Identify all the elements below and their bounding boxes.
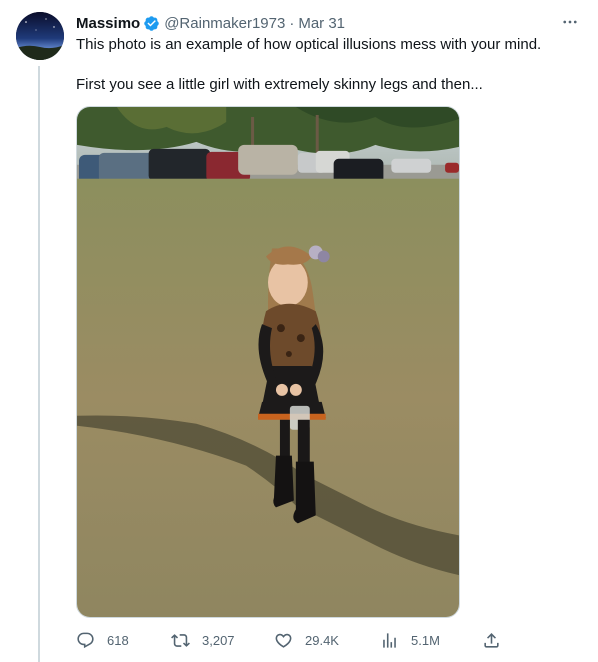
thread-line	[38, 66, 40, 662]
night-sky-avatar-icon	[16, 12, 64, 60]
views-count: 5.1M	[411, 632, 440, 648]
tweet-date[interactable]: Mar 31	[298, 15, 345, 32]
like-action[interactable]: 29.4K	[274, 628, 339, 652]
retweet-action[interactable]: 3,207	[171, 628, 235, 652]
more-options-icon[interactable]	[558, 12, 582, 32]
reply-action[interactable]: 618	[76, 628, 129, 652]
views-action[interactable]: 5.1M	[380, 628, 440, 652]
avatar[interactable]	[16, 12, 64, 60]
verified-badge-icon[interactable]	[143, 15, 160, 32]
share-icon	[484, 632, 499, 648]
retweet-icon	[171, 633, 190, 647]
tweet-photo[interactable]	[76, 106, 460, 618]
share-action[interactable]	[482, 628, 501, 652]
reply-count: 618	[107, 632, 129, 648]
tweet-actions: 618 3,207 29.4K 5.1M	[76, 628, 506, 652]
author-handle[interactable]: @Rainmaker1973	[164, 15, 285, 32]
tweet-text-line-1: This photo is an example of how optical …	[76, 36, 542, 53]
tweet-text: This photo is an example of how optical …	[76, 35, 582, 95]
separator-dot: ·	[289, 14, 295, 32]
tweet-header: Massimo @Rainmaker1973 · Mar 31	[76, 13, 582, 33]
tweet-text-line-2: First you see a little girl with extreme…	[76, 76, 483, 93]
reply-icon	[77, 632, 94, 648]
heart-icon	[275, 633, 292, 648]
retweet-count: 3,207	[202, 632, 235, 648]
photo-girl-standing-on-grass-icon	[77, 107, 459, 617]
like-count: 29.4K	[305, 632, 339, 648]
author-name[interactable]: Massimo	[76, 15, 140, 32]
views-chart-icon	[383, 632, 396, 648]
